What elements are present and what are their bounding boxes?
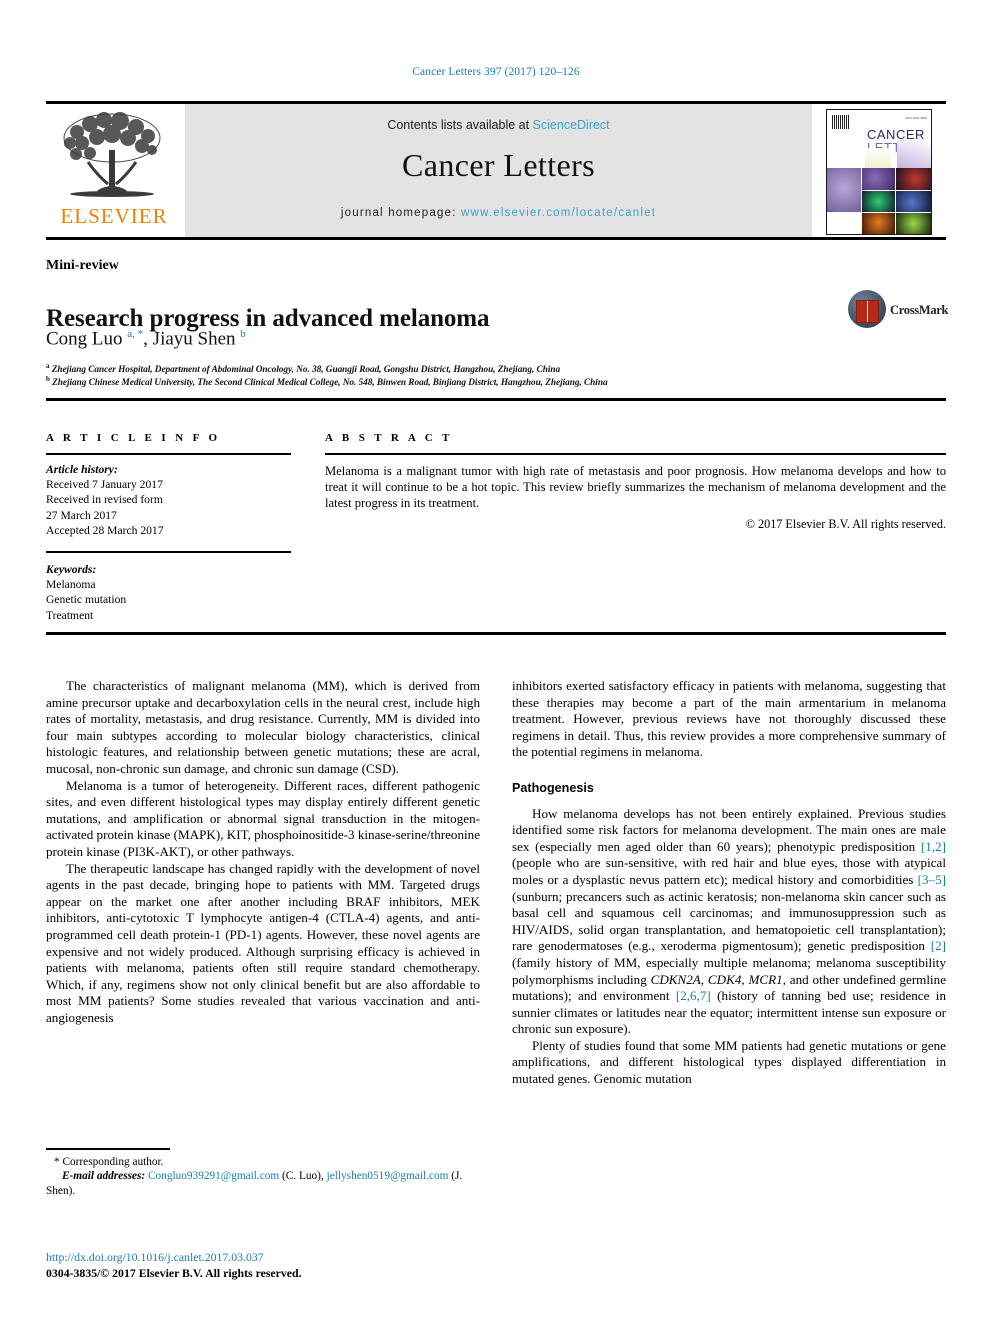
homepage-prefix: journal homepage:: [340, 207, 461, 219]
crossmark-label: CrossMark: [890, 303, 949, 317]
keyword-2: Treatment: [46, 608, 94, 622]
abstract-section: A B S T R A C T Melanoma is a malignant …: [325, 432, 946, 532]
crossmark-book-icon: [856, 300, 879, 323]
elsevier-wordmark: ELSEVIER: [60, 204, 168, 228]
journal-cover-thumbnail: ISSN 0304-3835 CANCER LETTERS: [812, 104, 946, 237]
contents-available-line: Contents lists available at ScienceDirec…: [185, 118, 812, 132]
email-addresses-line: E-mail addresses: Congluo939291@gmail.co…: [46, 1169, 480, 1198]
article-type-label: Mini-review: [46, 258, 119, 273]
email-link-1[interactable]: Congluo939291@gmail.com: [148, 1170, 279, 1182]
history-line-2: 27 March 2017: [46, 508, 117, 522]
footnote-block: * Corresponding author. E-mail addresses…: [46, 1148, 480, 1198]
elsevier-logo: ELSEVIER: [46, 104, 185, 237]
journal-title: Cancer Letters: [401, 147, 596, 183]
sciencedirect-link[interactable]: ScienceDirect: [533, 118, 610, 132]
journal-homepage-line: journal homepage: www.elsevier.com/locat…: [185, 207, 812, 219]
cover-micrograph-tiles: [827, 168, 931, 234]
article-info-heading: A R T I C L E I N F O: [46, 432, 221, 444]
affiliation-b: b Zhejiang Chinese Medical University, T…: [46, 375, 608, 389]
email-attrib-1: (C. Luo),: [282, 1170, 324, 1183]
footnote-rule: [46, 1148, 170, 1150]
history-line-3: Accepted 28 March 2017: [46, 523, 164, 537]
article-info-section: A R T I C L E I N F O Article history: R…: [46, 432, 291, 623]
affiliation-a: a Zhejiang Cancer Hospital, Department o…: [46, 362, 561, 376]
article-info-rule: [46, 453, 291, 455]
abstract-heading: A B S T R A C T: [325, 432, 453, 444]
email-link-2[interactable]: jellyshen0519@gmail.com: [327, 1170, 449, 1182]
abstract-rule: [325, 453, 946, 455]
section-heading-pathogenesis: Pathogenesis: [512, 780, 594, 795]
body-column-left: The characteristics of malignant melanom…: [46, 678, 480, 1078]
crossmark-disc-icon: [848, 290, 886, 328]
journal-homepage-link[interactable]: www.elsevier.com/locate/canlet: [461, 207, 656, 219]
paragraph-right-2: How melanoma develops has not been entir…: [512, 806, 946, 1038]
publication-identifiers: http://dx.doi.org/10.1016/j.canlet.2017.…: [46, 1249, 486, 1281]
journal-article-page: Cancer Letters 397 (2017) 120–126 ELSEVI…: [0, 0, 992, 1323]
body-column-right: inhibitors exerted satisfactory efficacy…: [512, 678, 946, 1238]
crossmark-badge[interactable]: CrossMark: [848, 288, 948, 334]
paragraph-right-3: Plenty of studies found that some MM pat…: [512, 1037, 946, 1087]
citation-ref-3[interactable]: [2]: [931, 938, 946, 953]
doi-link[interactable]: http://dx.doi.org/10.1016/j.canlet.2017.…: [46, 1249, 486, 1265]
paragraph-left-2: Melanoma is a tumor of heterogeneity. Di…: [46, 777, 480, 859]
citation-ref-2[interactable]: [3–5]: [918, 872, 946, 887]
affiliation-b-text: Zhejiang Chinese Medical University, The…: [52, 378, 608, 389]
elsevier-tree-icon: [63, 112, 161, 197]
masthead-bottom-rule: [46, 237, 946, 240]
keywords-label: Keywords:: [46, 563, 97, 577]
corresponding-author-note: * Corresponding author.: [54, 1155, 164, 1168]
pr2-text-2: (people who are sun-sensitive, with red …: [512, 855, 946, 887]
abstract-divider-rule: [46, 632, 946, 635]
affiliation-a-text: Zhejiang Cancer Hospital, Department of …: [51, 365, 561, 376]
paragraph-left-3: The therapeutic landscape has changed ra…: [46, 860, 480, 1025]
journal-cover-image: ISSN 0304-3835 CANCER LETTERS: [826, 109, 932, 235]
cover-issn-text: ISSN 0304-3835: [904, 116, 927, 120]
email-label: E-mail addresses:: [62, 1170, 146, 1183]
paragraph-left-1: The characteristics of malignant melanom…: [46, 678, 480, 776]
keyword-1: Genetic mutation: [46, 593, 127, 607]
issn-copyright-line: 0304-3835/© 2017 Elsevier B.V. All right…: [46, 1266, 302, 1280]
abstract-text: Melanoma is a malignant tumor with high …: [325, 464, 946, 511]
article-history-block: Article history: Received 7 January 2017…: [46, 462, 291, 538]
pr2-text-1: How melanoma develops has not been entir…: [512, 805, 946, 854]
paragraph-right-1: inhibitors exerted satisfactory efficacy…: [512, 678, 946, 760]
history-line-1: Received in revised form: [46, 493, 163, 507]
history-line-0: Received 7 January 2017: [46, 478, 163, 492]
masthead-center-panel: Contents lists available at ScienceDirec…: [185, 104, 812, 237]
running-head: Cancer Letters 397 (2017) 120–126: [412, 66, 580, 78]
keywords-block: Keywords: Melanoma Genetic mutation Trea…: [46, 562, 291, 623]
contents-prefix: Contents lists available at: [387, 118, 533, 132]
gene-names: CDKN2A, CDK4, MCR1: [650, 971, 783, 987]
abstract-copyright: © 2017 Elsevier B.V. All rights reserved…: [745, 516, 946, 531]
keyword-0: Melanoma: [46, 578, 96, 592]
citation-ref-1[interactable]: [1,2]: [921, 839, 946, 854]
pr2-text-3: (sunburn; precancers such as actinic ker…: [512, 888, 946, 954]
keywords-rule: [46, 551, 291, 554]
article-history-label: Article history:: [46, 463, 118, 476]
journal-masthead: ELSEVIER Contents lists available at Sci…: [46, 101, 946, 240]
barcode-icon: [832, 115, 850, 129]
author-list: Cong Luo a, *, Jiayu Shen b: [46, 328, 246, 350]
citation-ref-4[interactable]: [2,6,7]: [676, 988, 711, 1003]
header-divider-rule: [46, 398, 946, 401]
